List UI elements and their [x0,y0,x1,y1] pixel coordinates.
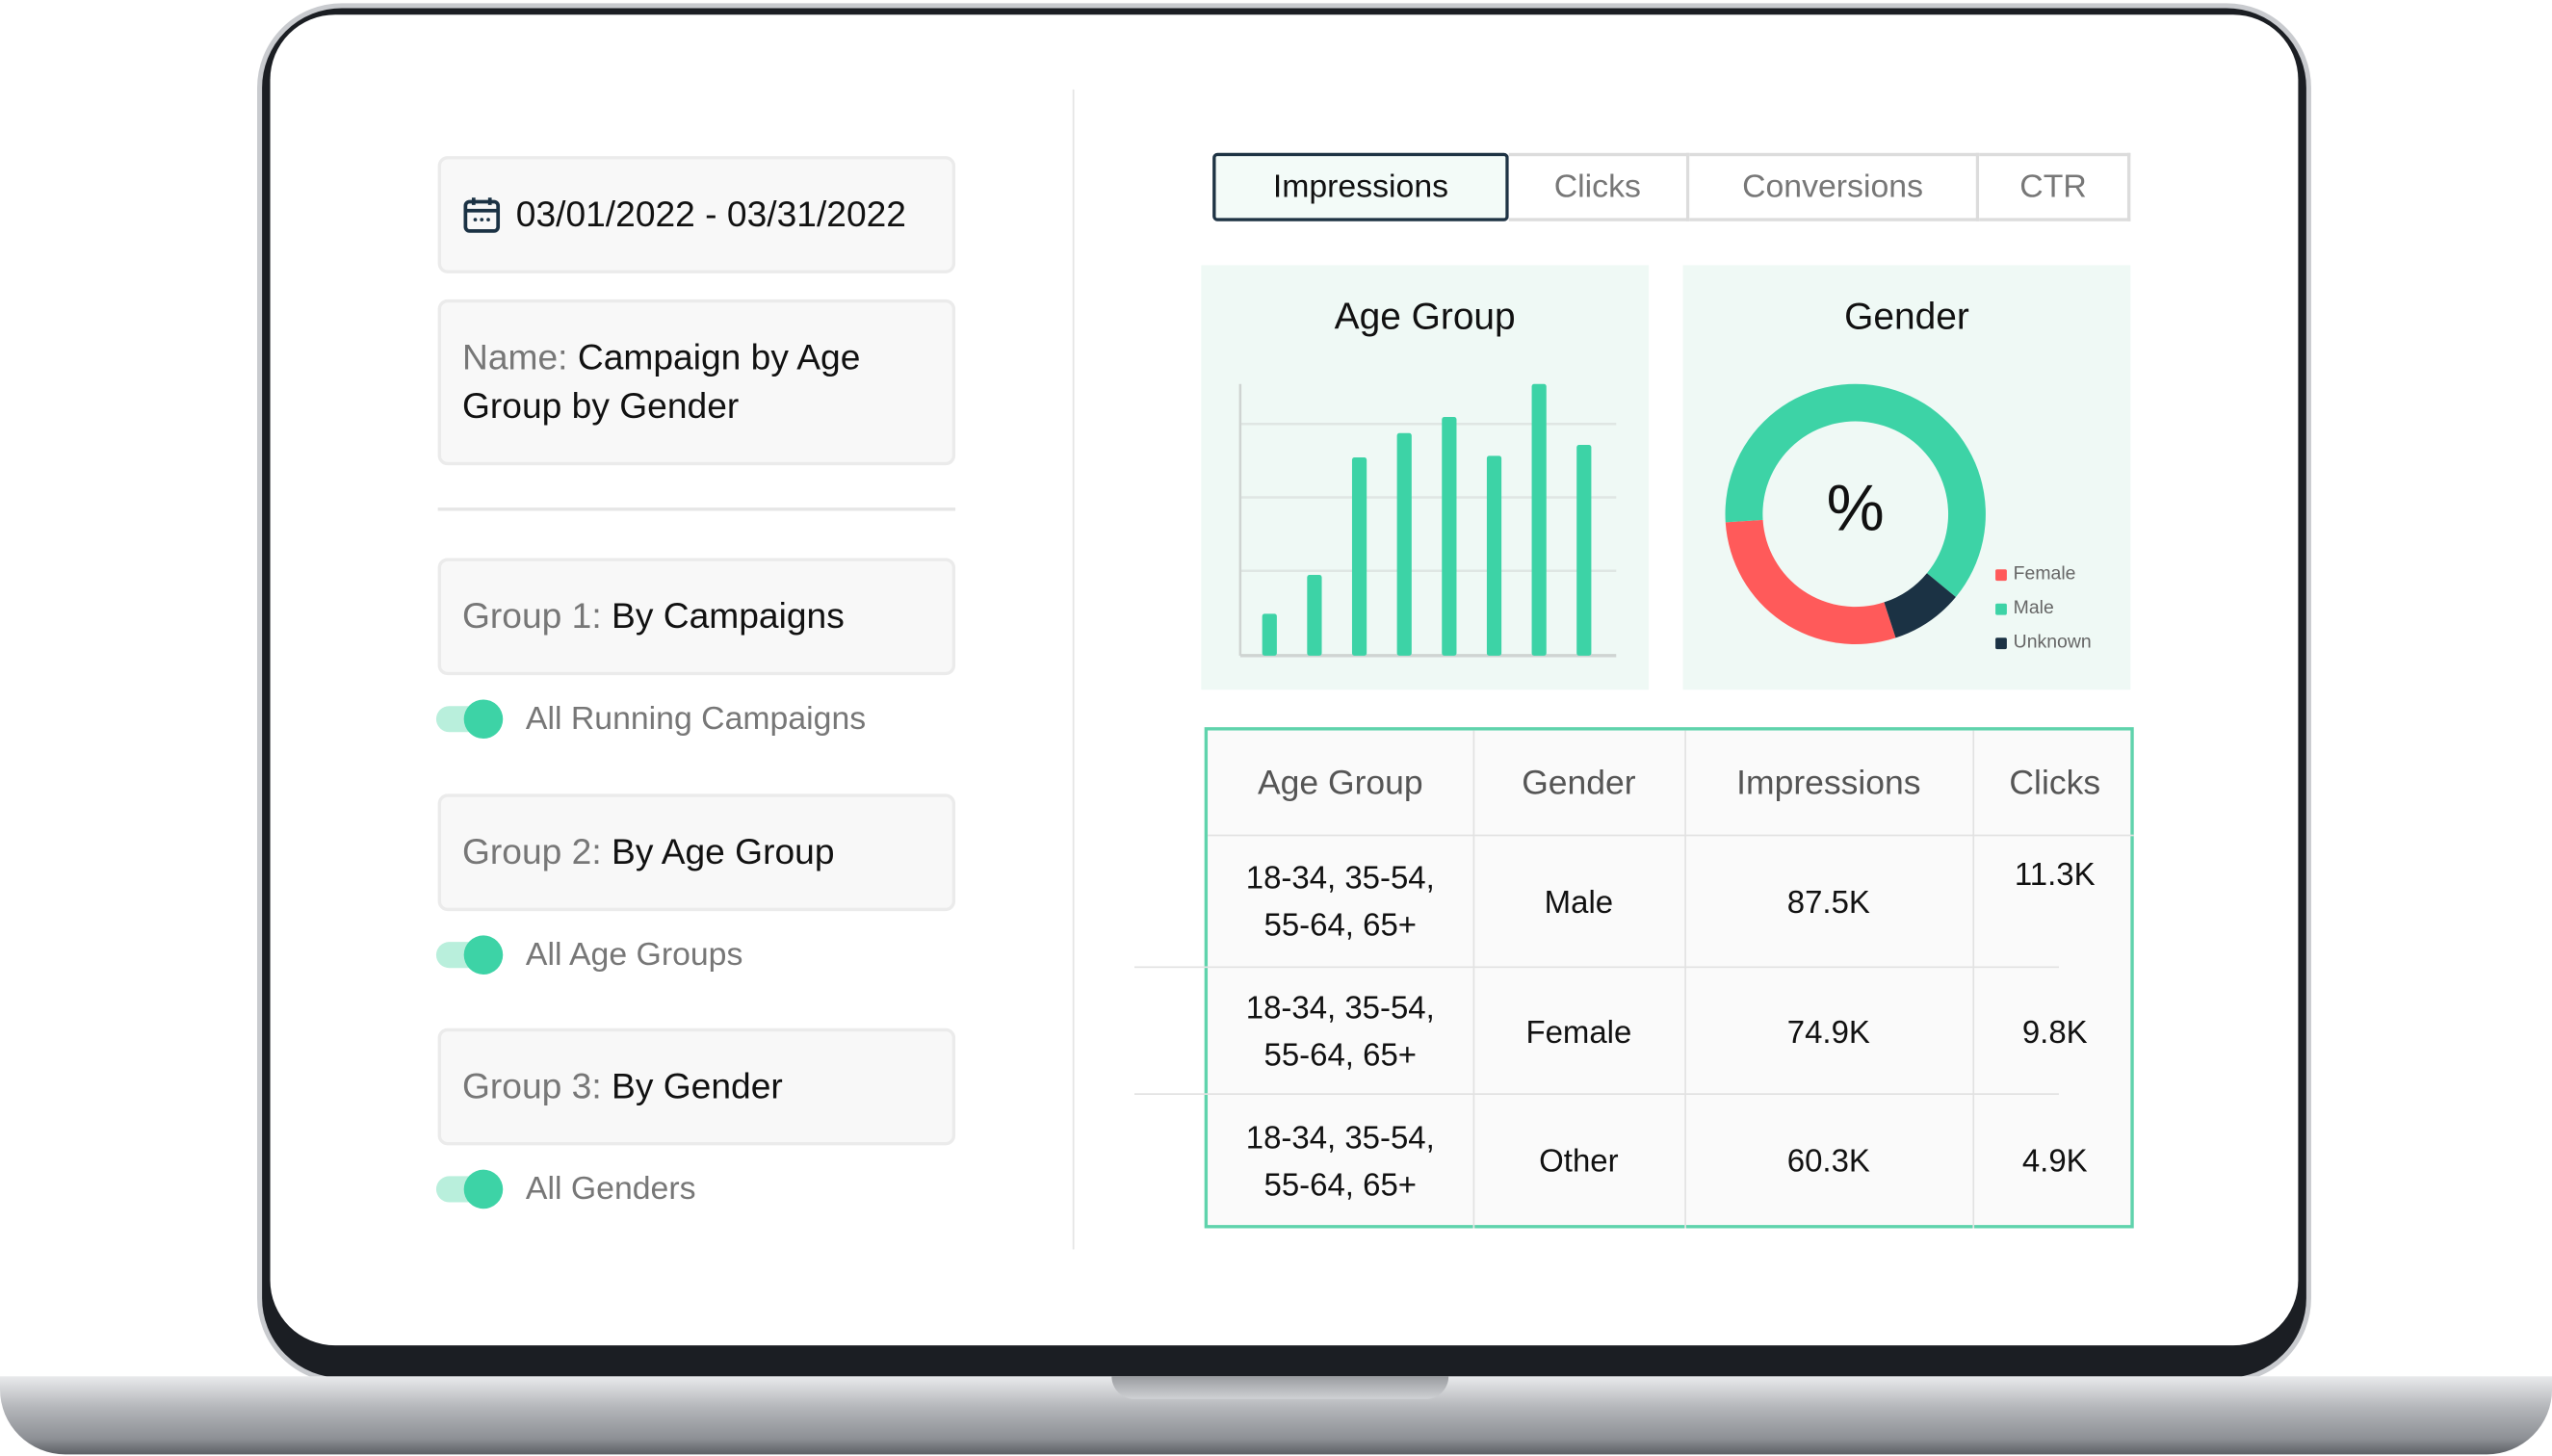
bar [1396,432,1412,656]
group-2-toggle[interactable] [435,935,505,975]
row-divider [1133,1093,2059,1095]
date-range-value: 03/01/2022 - 03/31/2022 [515,194,906,235]
panel-divider [1072,89,1075,1250]
report-name-field[interactable]: Name: Campaign by Age Group by Gender [437,299,956,466]
bar [1307,574,1322,656]
toggle-knob [463,935,504,975]
legend-item-male: Male [1995,599,2054,618]
group-value: By Gender [612,1065,783,1106]
table-cell-age-group: 18-34, 35-54, 55-64, 65+ [1245,990,1435,1075]
bar [1486,455,1502,656]
laptop-notch [1111,1376,1449,1399]
table-cell-age-group: 18-34, 35-54, 55-64, 65+ [1245,1120,1435,1204]
group-3-field[interactable]: Group 3: By Gender [437,1027,956,1146]
table-cell-clicks: 11.3K [2014,857,2096,894]
table-cell-age-group: 18-34, 35-54, 55-64, 65+ [1245,860,1435,944]
group-2-field[interactable]: Group 2: By Age Group [437,793,956,912]
legend-swatch [1995,637,2007,649]
tab-impressions[interactable]: Impressions [1212,152,1509,221]
gender-chart-card: Gender % Female Male Unknown [1682,265,2131,690]
calendar-icon [463,197,501,233]
table-cell-impressions: 60.3K [1786,1143,1870,1180]
table-cell-clicks: 9.8K [2021,1014,2088,1051]
donut-center-label: % [1826,473,1885,545]
legend-swatch [1995,568,2007,581]
tab-clicks[interactable]: Clicks [1508,152,1690,221]
laptop-mockup: 03/01/2022 - 03/31/2022 Name: Campaign b… [0,0,2552,1456]
legend-label: Male [2013,598,2054,618]
legend-swatch [1995,602,2007,614]
column-header: Age Group [1257,764,1423,802]
legend-label: Unknown [2013,633,2092,653]
age-group-bar-chart [1238,383,1617,658]
group-1-toggle-label: All Running Campaigns [525,701,867,738]
group-2-toggle-label: All Age Groups [525,937,743,974]
toggle-knob [463,1169,504,1209]
column-header: Gender [1522,764,1636,802]
toggle-knob [463,699,504,739]
age-group-chart-card: Age Group [1201,265,1650,690]
bar [1531,383,1547,656]
group-3-toggle-label: All Genders [525,1171,696,1208]
bar [1351,456,1367,656]
date-range-picker[interactable]: 03/01/2022 - 03/31/2022 [437,156,956,273]
legend-item-female: Female [1995,564,2075,584]
tab-ctr[interactable]: CTR [1979,152,2131,221]
group-value: By Campaigns [612,595,845,637]
group-label: Group 1: [461,595,602,637]
legend-item-unknown: Unknown [1995,633,2092,652]
table-cell-clicks: 4.9K [2021,1143,2088,1180]
column-header: Clicks [2009,764,2101,802]
group-1-toggle[interactable] [435,699,505,739]
column-header: Impressions [1736,764,1921,802]
group-3-toggle[interactable] [435,1169,505,1209]
bar [1576,444,1592,656]
table-cell-impressions: 87.5K [1786,884,1870,921]
report-name-label: Name: [461,336,568,377]
table-cell-gender: Male [1544,884,1614,921]
legend-label: Female [2013,564,2076,585]
group-label: Group 3: [461,1065,602,1106]
table-cell-gender: Female [1525,1014,1632,1051]
metric-tabs: Impressions Clicks Conversions CTR [1212,152,2131,221]
group-1-field[interactable]: Group 1: By Campaigns [437,558,956,676]
group-value: By Age Group [612,831,835,872]
table-cell-gender: Other [1539,1143,1619,1180]
results-table: Age Group Gender Impressions Clicks 18-34, 3… [1204,727,2134,1229]
bar [1442,417,1457,656]
section-divider [437,507,956,511]
tab-conversions[interactable]: Conversions [1689,152,1980,221]
table-cell-impressions: 74.9K [1786,1014,1870,1051]
row-divider [1133,966,2059,969]
bar [1262,613,1277,656]
group-label: Group 2: [461,831,602,872]
